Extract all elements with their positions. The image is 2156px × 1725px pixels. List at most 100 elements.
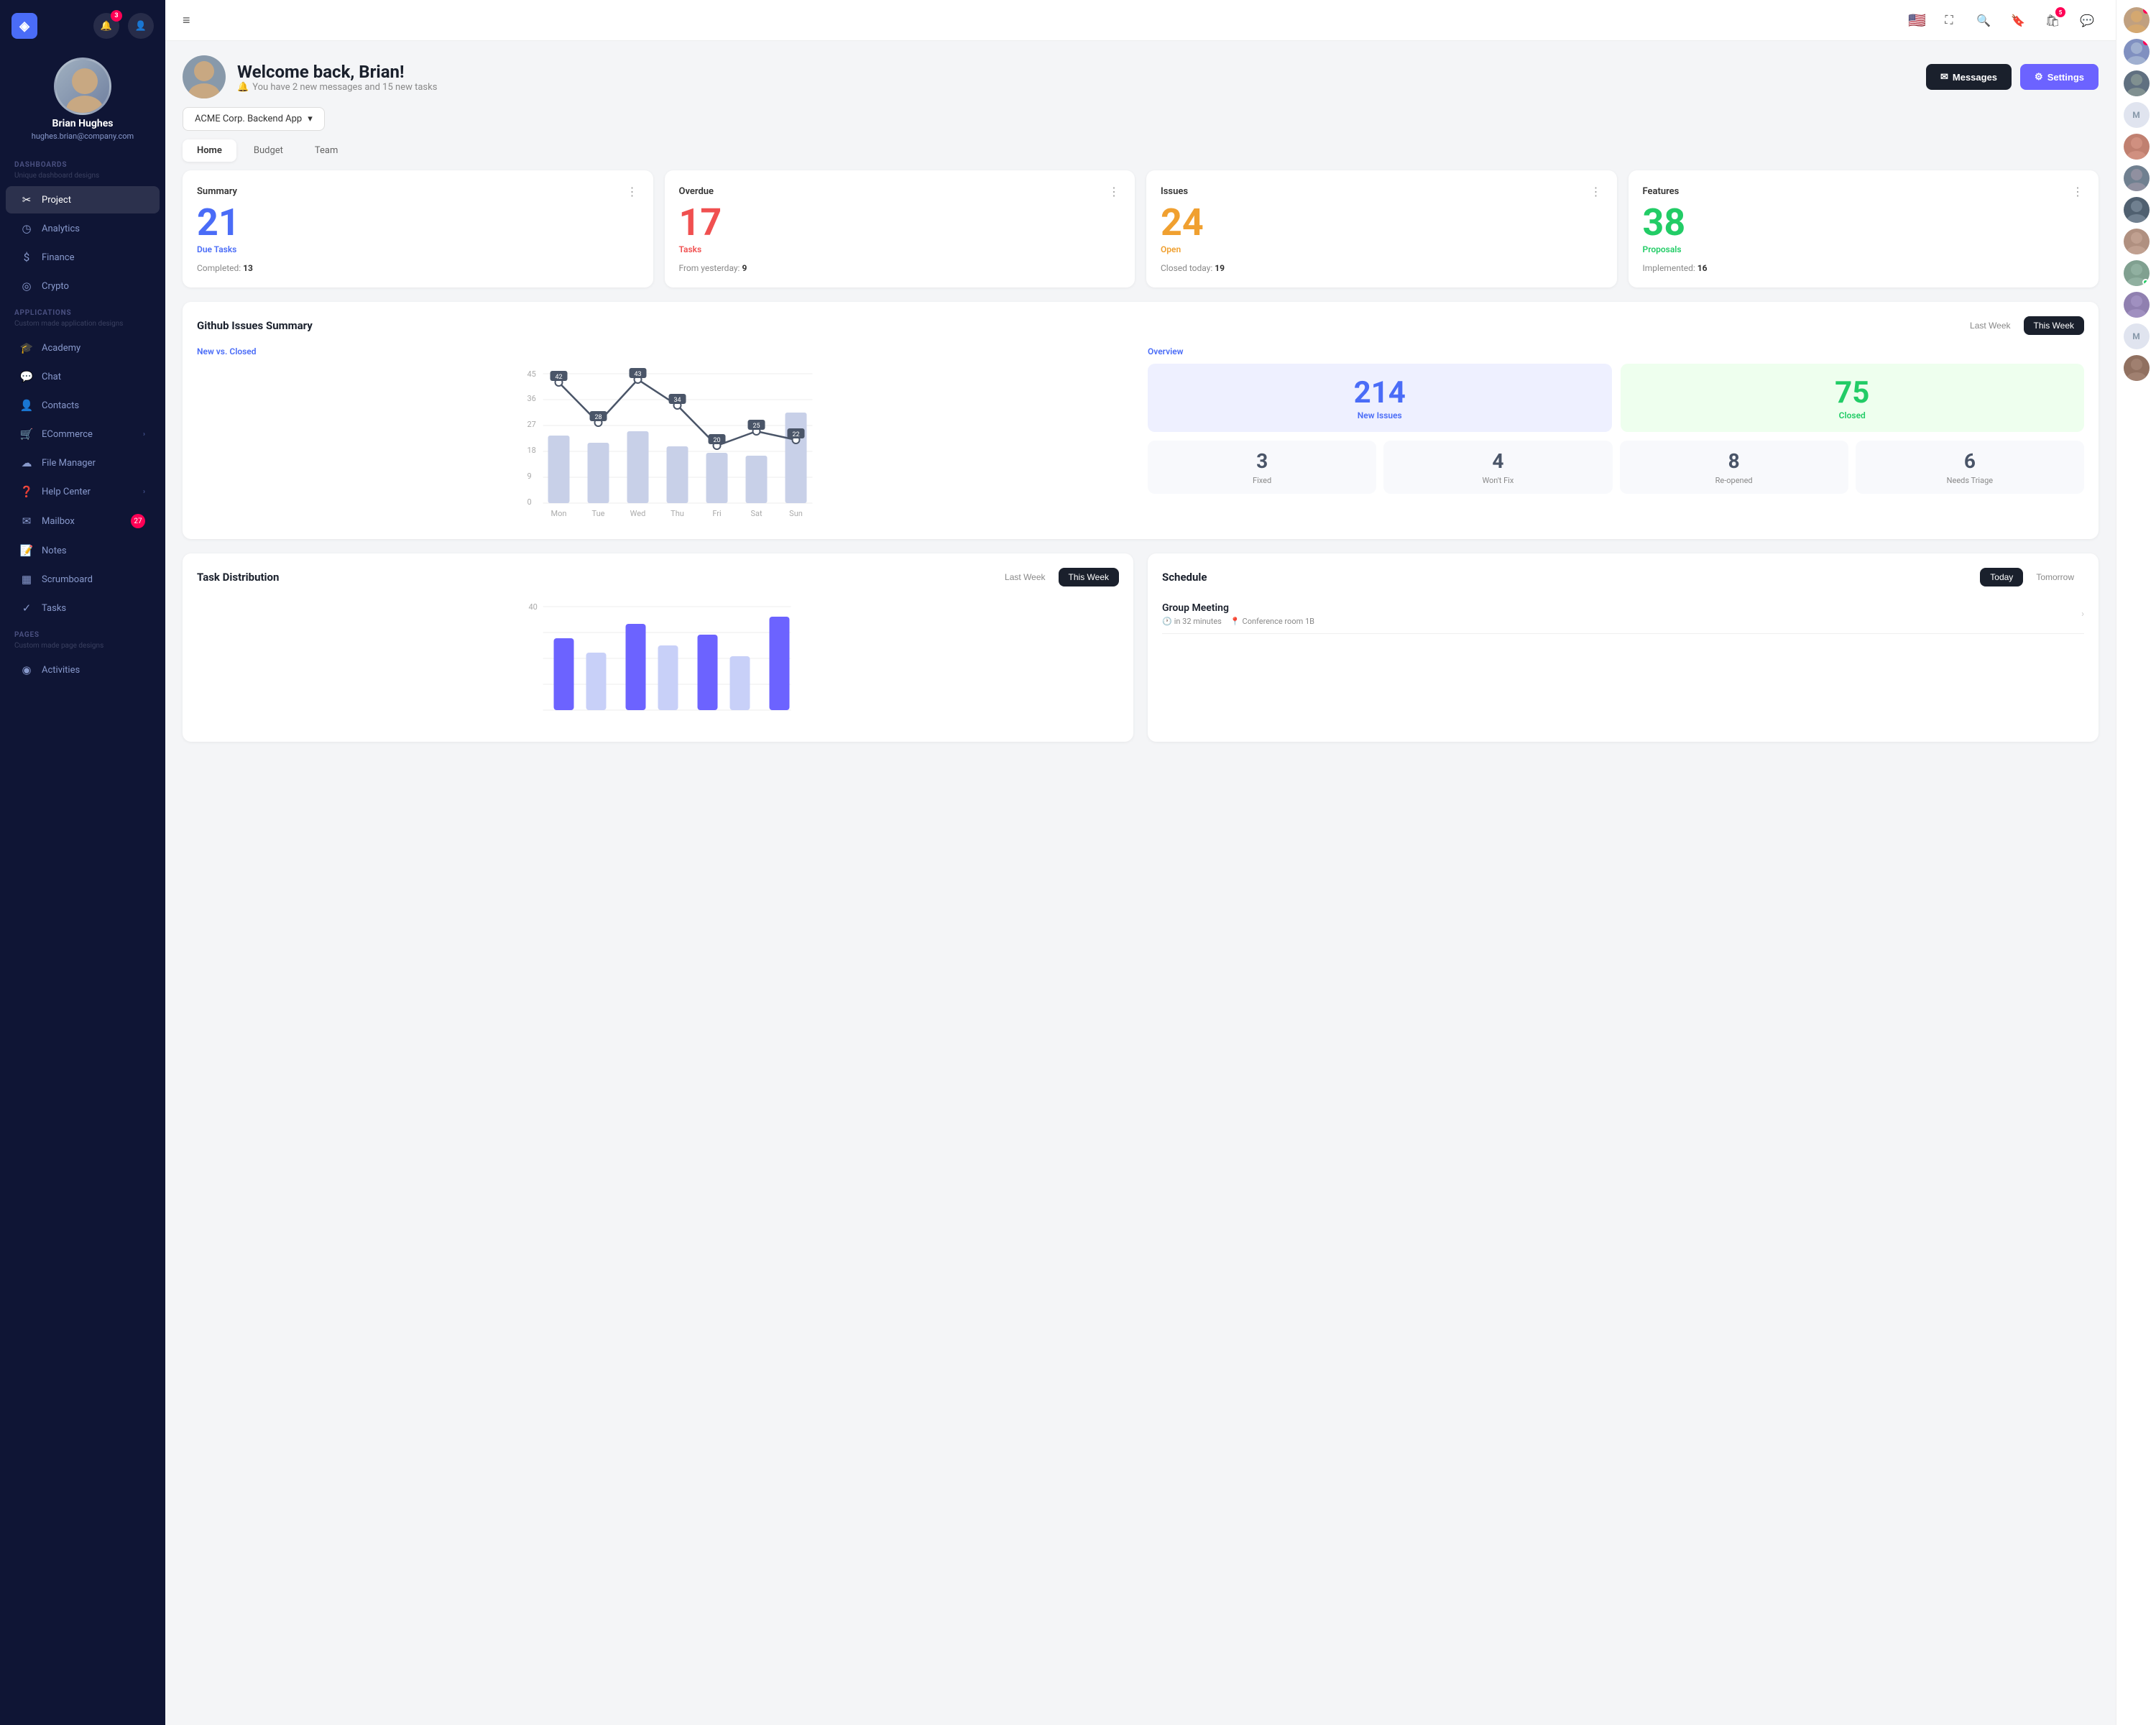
sidebar-item-contacts[interactable]: 👤 Contacts xyxy=(6,392,160,419)
dashboards-section-sub: Unique dashboard designs xyxy=(0,172,165,185)
right-avatar-5[interactable] xyxy=(2124,165,2150,191)
welcome-text: Welcome back, Brian! 🔔 You have 2 new me… xyxy=(237,62,437,93)
right-avatar-8[interactable] xyxy=(2124,260,2150,286)
schedule-arrow-icon[interactable]: › xyxy=(2081,609,2084,620)
stat-more-button[interactable]: ⋮ xyxy=(2072,185,2084,198)
notifications-button[interactable]: 🔔 3 xyxy=(93,13,119,39)
svg-text:0: 0 xyxy=(528,497,532,507)
task-dist-chart: 40 xyxy=(197,595,1119,727)
tab-team[interactable]: Team xyxy=(300,139,353,162)
right-avatar-placeholder-2[interactable]: M xyxy=(2124,323,2150,349)
tab-budget[interactable]: Budget xyxy=(239,139,298,162)
sidebar-item-activities[interactable]: ◉ Activities xyxy=(6,656,160,684)
tomorrow-button[interactable]: Tomorrow xyxy=(2026,568,2084,586)
closed-card: 75 Closed xyxy=(1621,364,2085,432)
today-button[interactable]: Today xyxy=(1980,568,2023,586)
tabs: Home Budget Team xyxy=(183,139,2099,162)
needs-triage-number: 6 xyxy=(1864,449,2076,473)
right-avatar-7[interactable] xyxy=(2124,229,2150,254)
sidebar-item-mailbox[interactable]: ✉ Mailbox 27 xyxy=(6,507,160,535)
task-distribution-card: Task Distribution Last Week This Week 40 xyxy=(183,553,1133,742)
svg-text:18: 18 xyxy=(528,446,536,455)
messages-button[interactable]: ✉ Messages xyxy=(1926,64,2012,90)
sidebar-item-label: Tasks xyxy=(42,603,66,614)
sidebar-item-ecommerce[interactable]: 🛒 ECommerce › xyxy=(6,420,160,448)
project-dropdown[interactable]: ACME Corp. Backend App ▾ xyxy=(183,107,325,131)
sidebar-item-label: Contacts xyxy=(42,400,79,411)
right-avatar-9[interactable] xyxy=(2124,292,2150,318)
svg-text:Sun: Sun xyxy=(789,509,803,518)
mini-stat-wont-fix: 4 Won't Fix xyxy=(1383,441,1612,494)
file-manager-icon: ☁ xyxy=(20,456,33,469)
right-avatar-10[interactable] xyxy=(2124,355,2150,381)
mini-stat-needs-triage: 6 Needs Triage xyxy=(1856,441,2084,494)
svg-text:45: 45 xyxy=(528,369,536,379)
help-center-icon: ❓ xyxy=(20,485,33,498)
sidebar-item-analytics[interactable]: ◷ Analytics xyxy=(6,215,160,242)
stat-more-button[interactable]: ⋮ xyxy=(627,185,639,198)
this-week-button[interactable]: This Week xyxy=(2024,316,2084,335)
svg-text:25: 25 xyxy=(752,423,760,430)
sidebar-logo: ◈ 🔔 3 👤 xyxy=(0,0,165,52)
right-avatar-2[interactable] xyxy=(2124,39,2150,65)
task-dist-this-week-button[interactable]: This Week xyxy=(1059,568,1119,586)
profile-button[interactable]: 👤 xyxy=(128,13,154,39)
sidebar-item-finance[interactable]: $ Finance xyxy=(6,244,160,271)
messages-header-button[interactable]: 💬 xyxy=(2076,9,2099,32)
sidebar-item-label: Help Center xyxy=(42,487,91,497)
sidebar-item-crypto[interactable]: ◎ Crypto xyxy=(6,272,160,300)
stat-footer: From yesterday: 9 xyxy=(679,263,1121,273)
right-avatar-4[interactable] xyxy=(2124,134,2150,160)
stat-more-button[interactable]: ⋮ xyxy=(1590,185,1603,198)
sidebar-item-scrumboard[interactable]: ▦ Scrumboard xyxy=(6,566,160,593)
language-flag[interactable]: 🇺🇸 xyxy=(1908,12,1926,29)
right-avatar-6[interactable] xyxy=(2124,197,2150,223)
right-avatar-3[interactable] xyxy=(2124,70,2150,96)
sidebar-item-help-center[interactable]: ❓ Help Center › xyxy=(6,478,160,505)
contacts-icon: 👤 xyxy=(20,399,33,412)
analytics-icon: ◷ xyxy=(20,222,33,235)
sidebar-item-project[interactable]: ✂ Project xyxy=(6,186,160,213)
task-dist-last-week-button[interactable]: Last Week xyxy=(995,568,1055,586)
overview-panel: Overview 214 New Issues 75 Closed xyxy=(1148,346,2084,525)
fullscreen-button[interactable]: ⛶ xyxy=(1938,9,1961,32)
right-avatar-placeholder-1[interactable]: M xyxy=(2124,102,2150,128)
sidebar-item-notes[interactable]: 📝 Notes xyxy=(6,537,160,564)
stat-more-button[interactable]: ⋮ xyxy=(1108,185,1120,198)
stat-card-title: Features xyxy=(1643,186,1680,197)
svg-text:34: 34 xyxy=(673,397,681,404)
last-week-button[interactable]: Last Week xyxy=(1960,316,2020,335)
sidebar-item-label: Notes xyxy=(42,546,67,556)
sidebar-item-academy[interactable]: 🎓 Academy xyxy=(6,334,160,362)
sidebar-item-label: ECommerce xyxy=(42,429,93,440)
academy-icon: 🎓 xyxy=(20,341,33,354)
clock-icon: 🕐 xyxy=(1162,617,1172,626)
right-avatar-1[interactable] xyxy=(2124,7,2150,33)
schedule-time: 🕐 in 32 minutes xyxy=(1162,617,1222,626)
fixed-number: 3 xyxy=(1156,449,1368,473)
cart-button[interactable]: 🛍 5 xyxy=(2041,9,2064,32)
stat-number: 24 xyxy=(1161,204,1603,242)
reopened-label: Re-opened xyxy=(1628,476,1840,485)
svg-text:28: 28 xyxy=(594,414,602,421)
sidebar-item-chat[interactable]: 💬 Chat xyxy=(6,363,160,390)
mailbox-badge: 27 xyxy=(131,514,145,528)
search-button[interactable]: 🔍 xyxy=(1972,9,1995,32)
sidebar-item-tasks[interactable]: ✓ Tasks xyxy=(6,594,160,622)
stat-card-features: Features ⋮ 38 Proposals Implemented: 16 xyxy=(1628,170,2099,288)
bookmark-button[interactable]: 🔖 xyxy=(2007,9,2030,32)
crypto-icon: ◎ xyxy=(20,280,33,293)
stat-card-summary: Summary ⋮ 21 Due Tasks Completed: 13 xyxy=(183,170,653,288)
sidebar-item-label: Finance xyxy=(42,252,74,263)
stat-cards: Summary ⋮ 21 Due Tasks Completed: 13 Ove… xyxy=(183,170,2099,288)
content-area: Summary ⋮ 21 Due Tasks Completed: 13 Ove… xyxy=(165,170,2116,759)
svg-text:Wed: Wed xyxy=(630,509,646,518)
tab-home[interactable]: Home xyxy=(183,139,236,162)
settings-button[interactable]: ⚙ Settings xyxy=(2020,64,2099,90)
schedule-location: 📍 Conference room 1B xyxy=(1230,617,1314,626)
welcome-section: Welcome back, Brian! 🔔 You have 2 new me… xyxy=(165,41,2116,107)
hamburger-menu-button[interactable]: ≡ xyxy=(183,13,190,28)
sidebar-item-file-manager[interactable]: ☁ File Manager xyxy=(6,449,160,477)
welcome-actions: ✉ Messages ⚙ Settings xyxy=(1926,64,2099,90)
svg-text:Thu: Thu xyxy=(671,509,684,518)
